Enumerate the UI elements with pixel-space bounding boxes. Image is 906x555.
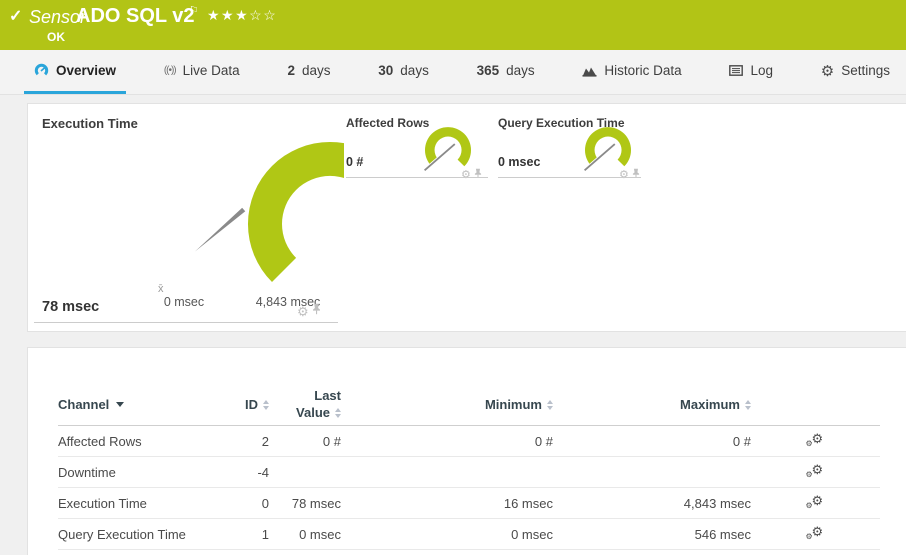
tab-30-days[interactable]: 30 days — [368, 50, 439, 94]
gauge-current-value: 78 msec — [42, 299, 100, 315]
column-header-last-value[interactable]: Last Value — [269, 388, 341, 421]
tab-log[interactable]: Log — [719, 50, 783, 94]
status-badge: OK — [47, 30, 65, 44]
channel-id: 1 — [261, 526, 269, 542]
channel-maximum: 546 msec — [694, 526, 751, 542]
column-header-channel[interactable]: Channel — [58, 397, 208, 412]
tab-label: Historic Data — [604, 63, 682, 78]
channel-last-value: 0 msec — [299, 526, 341, 542]
channel-settings-gears-icon[interactable]: ⚙ ⚙ — [806, 493, 826, 512]
channel-name: Affected Rows — [58, 433, 142, 449]
column-header-maximum[interactable]: Maximum — [553, 397, 751, 412]
tab-live-data[interactable]: ((•)) Live Data — [154, 50, 250, 94]
table-header-row: Channel ID Last Value Minimum Maximum — [58, 384, 880, 426]
column-header-label: Channel — [58, 397, 110, 412]
channel-last-value: 0 # — [322, 433, 341, 449]
gauge-scale-min: 0 msec — [163, 295, 205, 309]
gauge-settings-gear-icon[interactable]: ⚙ — [297, 305, 309, 318]
column-header-id[interactable]: ID — [208, 397, 269, 412]
column-header-label: Minimum — [484, 397, 542, 412]
tab-number: 2 — [287, 63, 295, 78]
column-header-label: ID — [245, 397, 258, 412]
tab-label: Log — [750, 63, 773, 78]
channel-id: -4 — [257, 464, 269, 480]
tab-label: Live Data — [182, 63, 240, 78]
channel-id: 2 — [261, 433, 269, 449]
column-header-label: Value — [296, 404, 330, 420]
gauges-card: Execution Time x̄ 0 msec 4,843 msec 78 m… — [27, 103, 906, 332]
execution-time-gauge: x̄ — [158, 142, 344, 295]
channels-table: Channel ID Last Value Minimum Maximum Af… — [58, 384, 880, 550]
tab-label: days — [400, 63, 429, 78]
gauge-icon — [34, 63, 49, 78]
tab-overview[interactable]: Overview — [24, 50, 127, 94]
channel-settings-gears-icon[interactable]: ⚙ ⚙ — [806, 524, 826, 543]
gauge-settings-gear-icon[interactable]: ⚙ — [461, 169, 471, 181]
sensor-overview-page: ✓ Sensor ADO SQL v2 ⚐ ★★★☆☆ OK Overview … — [0, 0, 906, 555]
gear-icon: ⚙ — [820, 62, 835, 80]
table-row-downtime[interactable]: Downtime -4 ⚙ ⚙ — [58, 457, 880, 488]
table-row-execution-time[interactable]: Execution Time 0 78 msec 16 msec 4,843 m… — [58, 488, 880, 519]
gauge-settings-gear-icon[interactable]: ⚙ — [619, 169, 629, 181]
tab-number: 30 — [378, 63, 394, 78]
priority-flag-icon[interactable]: ⚐ — [189, 4, 199, 17]
status-ok-check-icon: ✓ — [9, 8, 23, 25]
column-header-label: Last — [314, 388, 341, 404]
tab-365-days[interactable]: 365 days — [467, 50, 545, 94]
sort-descending-icon — [116, 402, 125, 407]
channel-minimum: 0 msec — [511, 526, 553, 542]
page-title: ADO SQL v2 — [76, 5, 195, 27]
channel-name: Execution Time — [58, 495, 147, 511]
tab-2-days[interactable]: 2 days — [277, 50, 340, 94]
gauge-current-value: 0 msec — [498, 155, 541, 169]
priority-star-rating[interactable]: ★★★☆☆ — [207, 7, 277, 24]
gauge-current-value: 0 # — [346, 155, 364, 169]
column-header-minimum[interactable]: Minimum — [341, 397, 553, 412]
channel-minimum: 0 # — [534, 433, 553, 449]
tab-historic-data[interactable]: Historic Data — [572, 50, 691, 94]
channels-card: Channel ID Last Value Minimum Maximum Af… — [27, 347, 906, 555]
tab-bar: Overview ((•)) Live Data 2 days 30 days … — [0, 50, 906, 95]
log-icon — [729, 65, 744, 76]
channel-id: 0 — [261, 495, 269, 511]
channel-settings-gears-icon[interactable]: ⚙ ⚙ — [806, 431, 826, 450]
sensor-header: ✓ Sensor ADO SQL v2 ⚐ ★★★☆☆ OK — [0, 0, 906, 50]
channel-maximum: 0 # — [732, 433, 751, 449]
gauge-pin-icon[interactable] — [312, 302, 321, 320]
column-header-label: Maximum — [680, 397, 740, 412]
tab-label: days — [301, 63, 331, 78]
tab-number: 365 — [476, 63, 500, 78]
tab-settings[interactable]: ⚙ Settings — [811, 50, 900, 94]
table-row-affected-rows[interactable]: Affected Rows 2 0 # 0 # 0 # ⚙ ⚙ — [58, 426, 880, 457]
tab-label: days — [506, 63, 535, 78]
channel-minimum: 16 msec — [503, 495, 553, 511]
channel-name: Query Execution Time — [58, 526, 186, 542]
gauge-pin-icon[interactable] — [474, 166, 482, 184]
tab-label: Settings — [841, 63, 890, 78]
tab-label: Overview — [56, 63, 117, 78]
channel-last-value: 78 msec — [291, 495, 341, 511]
channel-maximum: 4,843 msec — [683, 495, 751, 511]
sort-toggle-icon — [745, 399, 751, 410]
gauge-pin-icon[interactable] — [632, 166, 640, 184]
broadcast-icon: ((•)) — [163, 65, 177, 76]
channel-name: Downtime — [58, 464, 116, 480]
average-marker: x̄ — [158, 283, 164, 295]
gauge-title-affected-rows: Affected Rows — [346, 116, 430, 130]
table-row-query-execution-time[interactable]: Query Execution Time 1 0 msec 0 msec 546… — [58, 519, 880, 550]
channel-settings-gears-icon[interactable]: ⚙ ⚙ — [806, 462, 826, 481]
historic-chart-icon — [582, 65, 597, 77]
